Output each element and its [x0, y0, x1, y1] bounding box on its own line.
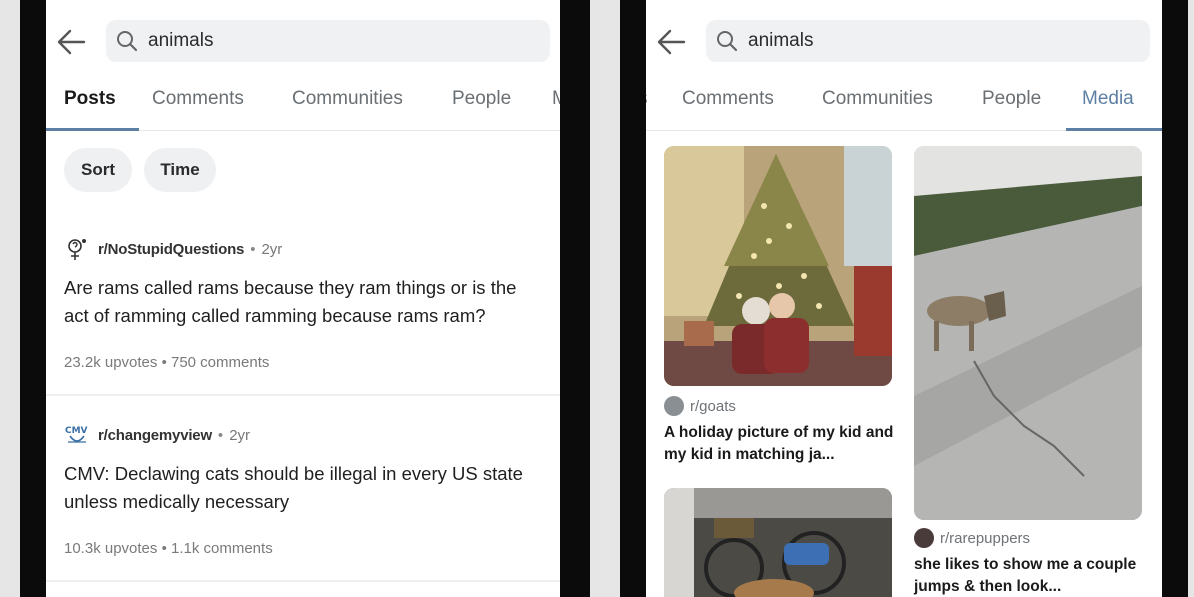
meta-separator: •	[250, 240, 256, 258]
search-icon	[717, 31, 738, 52]
search-tabs: s Comments Communities People Media	[646, 78, 1162, 131]
tab-media[interactable]: Media	[1082, 88, 1134, 110]
search-query: animals	[148, 30, 214, 51]
post-stats: 23.2k upvotes • 750 comments	[64, 354, 270, 371]
subreddit-avatar	[664, 396, 684, 416]
tab-people[interactable]: People	[982, 88, 1041, 110]
search-tabs: Posts Comments Communities People M	[46, 78, 560, 131]
card-subreddit[interactable]: r/rarepuppers	[940, 530, 1030, 547]
search-icon	[117, 31, 138, 52]
post-meta: CMV r/changemyview • 2yr	[64, 422, 250, 448]
tab-people[interactable]: People	[452, 88, 511, 110]
dog-on-slope-photo	[914, 146, 1142, 520]
sort-chip[interactable]: Sort	[64, 148, 132, 192]
card-meta: r/goats	[664, 396, 736, 416]
search-input[interactable]: animals	[106, 20, 550, 62]
search-input[interactable]: animals	[706, 20, 1150, 62]
post-item[interactable]: CMV r/changemyview • 2yr CMV: Declawing …	[46, 422, 560, 572]
card-subreddit[interactable]: r/goats	[690, 398, 736, 415]
question-mascot-icon	[68, 239, 86, 260]
card-title[interactable]: she likes to show me a couple jumps & th…	[914, 554, 1144, 597]
svg-text:CMV: CMV	[65, 426, 88, 436]
left-phone-frame: animals Posts Comments Communities Peopl…	[20, 0, 590, 597]
card-meta: r/rarepuppers	[914, 528, 1030, 548]
post-divider	[46, 394, 560, 396]
cmv-logo-icon: CMV	[65, 426, 88, 443]
post-divider	[46, 580, 560, 582]
media-card[interactable]: r/goats A holiday picture of my kid and …	[664, 146, 894, 476]
bikes-photo	[664, 488, 892, 597]
tab-posts[interactable]: Posts	[64, 88, 116, 110]
subreddit-avatar	[914, 528, 934, 548]
post-item[interactable]: r/NoStupidQuestions • 2yr Are rams calle…	[46, 236, 560, 386]
post-stats: 10.3k upvotes • 1.1k comments	[64, 540, 273, 557]
right-phone-frame: animals s Comments Communities People Me…	[620, 0, 1188, 597]
post-meta: r/NoStupidQuestions • 2yr	[64, 236, 282, 262]
back-arrow-icon[interactable]	[54, 24, 90, 60]
tab-comments[interactable]: Comments	[682, 88, 774, 110]
christmas-tree-photo	[664, 146, 892, 386]
search-query: animals	[748, 30, 814, 51]
tab-comments[interactable]: Comments	[152, 88, 244, 110]
post-title[interactable]: CMV: Declawing cats should be illegal in…	[64, 460, 546, 516]
card-title[interactable]: A holiday picture of my kid and my kid i…	[664, 422, 894, 466]
media-card[interactable]: r/rarepuppers she likes to show me a cou…	[914, 146, 1144, 596]
left-screen: animals Posts Comments Communities Peopl…	[46, 0, 560, 597]
post-age: 2yr	[261, 240, 283, 258]
media-card[interactable]	[664, 488, 894, 597]
post-age: 2yr	[229, 426, 251, 444]
tab-media-partial[interactable]: M	[552, 88, 560, 110]
post-title[interactable]: Are rams called rams because they ram th…	[64, 274, 546, 330]
back-arrow-icon[interactable]	[654, 24, 690, 60]
post-subreddit[interactable]: r/NoStupidQuestions	[98, 241, 244, 258]
post-subreddit[interactable]: r/changemyview	[98, 427, 212, 444]
time-chip[interactable]: Time	[144, 148, 216, 192]
right-screen: animals s Comments Communities People Me…	[646, 0, 1162, 597]
tab-communities[interactable]: Communities	[822, 88, 933, 110]
meta-separator: •	[217, 426, 224, 444]
tab-communities[interactable]: Communities	[292, 88, 403, 110]
tab-posts-partial[interactable]: s	[646, 88, 648, 110]
active-tab-underline	[46, 128, 139, 131]
active-tab-underline	[1066, 128, 1162, 131]
